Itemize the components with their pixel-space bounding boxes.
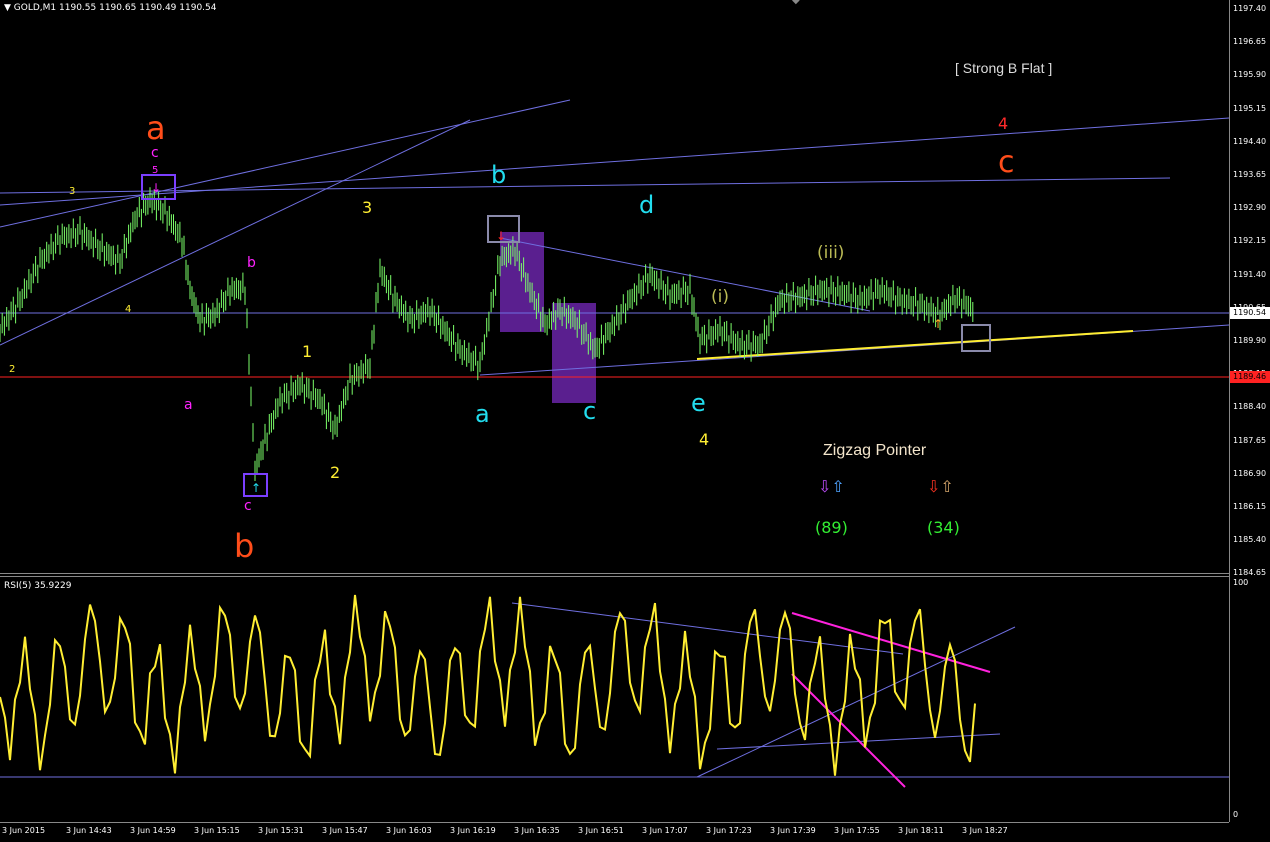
wave-label-c-major: c — [998, 145, 1015, 180]
time-tick: 3 Jun 15:15 — [194, 826, 240, 835]
price-tick: 1189.90 — [1233, 336, 1267, 345]
chart-shift-marker-icon[interactable]: ◆ — [792, 0, 800, 6]
price-chart-canvas[interactable]: ↓ ↓ ↑ ↑ — [0, 0, 1229, 573]
wave-label-a-major: a — [146, 109, 166, 147]
price-tick: 1195.90 — [1233, 70, 1267, 80]
price-tick: 1187.65 — [1233, 435, 1267, 445]
time-tick: 3 Jun 17:23 — [706, 826, 752, 835]
time-tick: 3 Jun 15:31 — [258, 826, 304, 835]
symbol-label: GOLD,M1 — [13, 3, 57, 13]
wave-label-3-small: 3 — [69, 186, 76, 197]
chart-header: ▼ GOLD,M1 1190.55 1190.65 1190.49 1190.5… — [4, 3, 216, 13]
time-tick: 3 Jun 18:27 — [962, 826, 1008, 835]
ohlc-values: 1190.55 1190.65 1190.49 1190.54 — [59, 3, 217, 13]
time-tick: 3 Jun 17:55 — [834, 826, 880, 835]
price-tick: 1191.40 — [1233, 269, 1267, 279]
dropdown-triangle-icon[interactable]: ▼ — [4, 3, 11, 13]
zigzag-pointer-title: Zigzag Pointer — [823, 442, 927, 459]
price-scale-border — [1229, 0, 1230, 822]
trendline-upper-1 — [0, 99, 571, 228]
wave-label-b-magenta: b — [247, 255, 256, 271]
wave-label-3-yellow: 3 — [362, 198, 373, 217]
wave-label-e-cyan: e — [691, 389, 706, 417]
wave-label-c-magenta-bottom: c — [244, 498, 252, 514]
rsi-scale-top: 100 — [1233, 578, 1249, 587]
time-tick: 3 Jun 15:47 — [322, 826, 368, 835]
price-tick: 1196.65 — [1233, 37, 1267, 47]
trendline-horizontal-2 — [0, 117, 1229, 206]
wave-label-c-cyan: c — [583, 397, 597, 425]
time-tick: 3 Jun 17:39 — [770, 826, 816, 835]
red-level-badge: 1189.46 — [1230, 371, 1270, 383]
rsi-scale-bottom: 0 — [1233, 810, 1239, 819]
zigzag-left-value: (89) — [815, 518, 848, 537]
up-arrow-marker-2: ↑ — [933, 317, 943, 331]
time-tick: 3 Jun 18:11 — [898, 826, 944, 835]
zigzag-arrows-right: ⇩⇧ — [927, 477, 954, 496]
marker-box-top — [141, 174, 176, 200]
wave-label-b-cyan: b — [491, 161, 507, 189]
zigzag-right-value: (34) — [927, 518, 960, 537]
wave-label-b-major: b — [234, 527, 255, 565]
triangle-upper-line — [499, 237, 871, 312]
wave-label-d-cyan: d — [639, 191, 655, 219]
price-scale[interactable]: 1197.40 1196.65 1195.90 1195.15 1194.40 1193.… — [1229, 0, 1270, 842]
rsi-title: RSI(5) 35.9229 — [4, 581, 72, 591]
wave-label-iii: (iii) — [817, 243, 845, 263]
price-tick: 1193.65 — [1233, 170, 1267, 179]
wave-label-4-yellow: 4 — [699, 430, 710, 449]
marker-box-right — [961, 324, 991, 352]
current-price-badge: 1190.54 — [1230, 307, 1270, 319]
time-scale[interactable]: 3 Jun 2015 3 Jun 14:43 3 Jun 14:59 3 Jun 15… — [0, 822, 1229, 842]
zigzag-arrows-left: ⇩⇧ — [818, 477, 845, 496]
marker-box-bottom — [243, 473, 268, 497]
time-tick: 3 Jun 16:35 — [514, 826, 560, 835]
wave-label-2-small: 2 — [9, 364, 16, 375]
wave-label-5-magenta: 5 — [152, 165, 159, 176]
down-arrow-icon: ⇩ — [818, 477, 832, 496]
time-tick: 3 Jun 17:07 — [642, 826, 688, 835]
price-tick: 1194.40 — [1233, 136, 1267, 146]
price-tick: 1186.90 — [1233, 468, 1267, 478]
price-tick: 1192.15 — [1233, 236, 1267, 246]
time-tick: 3 Jun 2015 — [2, 826, 46, 835]
time-tick: 3 Jun 16:51 — [578, 826, 624, 835]
down-arrow-icon: ⇩ — [927, 477, 941, 496]
strong-b-flat-label: [ Strong B Flat ] — [955, 60, 1053, 76]
rsi-panel[interactable]: RSI(5) 35.9229 — [0, 577, 1229, 822]
wave-label-c-magenta-top: c — [151, 145, 159, 161]
price-tick: 1186.15 — [1233, 502, 1267, 511]
up-arrow-icon: ⇧ — [940, 477, 954, 496]
time-scale-border — [0, 822, 1229, 823]
rsi-line — [0, 594, 976, 776]
price-tick: 1185.40 — [1233, 535, 1267, 545]
time-tick: 3 Jun 16:19 — [450, 826, 496, 835]
time-tick: 3 Jun 16:03 — [386, 826, 432, 835]
wave-label-i: (i) — [711, 287, 729, 307]
highlight-zone-2 — [552, 303, 596, 403]
price-tick: 1197.40 — [1233, 4, 1267, 13]
wave-label-4-small: 4 — [125, 304, 132, 315]
rsi-canvas[interactable] — [0, 577, 1229, 822]
price-chart-panel[interactable]: ↓ ↓ ↑ ↑ ▼ GOLD,M1 1190.55 1190.65 1190.4… — [0, 0, 1229, 573]
wave-label-2-yellow: 2 — [330, 463, 341, 482]
price-tick: 1192.90 — [1233, 203, 1267, 213]
time-tick: 3 Jun 14:43 — [66, 826, 112, 835]
price-tick: 1184.65 — [1233, 568, 1267, 578]
wave-label-4-red: 4 — [998, 114, 1009, 133]
up-arrow-icon: ⇧ — [831, 477, 845, 496]
price-tick: 1195.15 — [1233, 103, 1267, 113]
wave-label-1-yellow: 1 — [302, 342, 313, 361]
wave-label-a-magenta: a — [184, 397, 193, 413]
marker-box-b — [487, 215, 520, 243]
price-tick: 1188.40 — [1233, 402, 1267, 412]
wave-label-a-cyan: a — [475, 400, 490, 428]
time-tick: 3 Jun 14:59 — [130, 826, 176, 835]
